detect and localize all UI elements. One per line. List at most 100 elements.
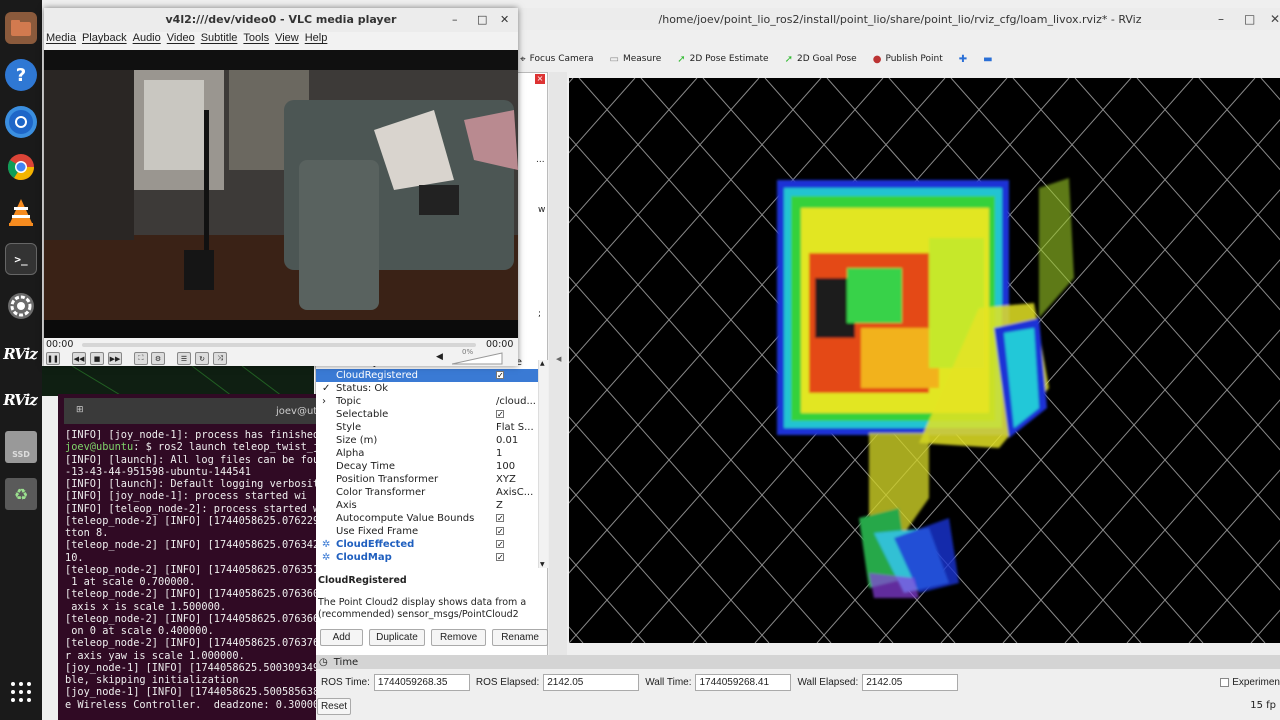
ros-time-field[interactable]: 1744059268.35: [373, 673, 470, 691]
menu-playback[interactable]: Playback: [80, 32, 131, 50]
reset-button[interactable]: Reset: [317, 698, 351, 715]
panel-close-icon[interactable]: ×: [535, 74, 545, 84]
wall-time-field[interactable]: 1744059268.41: [695, 673, 792, 691]
measure-button[interactable]: ▭ Measure: [610, 54, 662, 65]
menu-media[interactable]: Media: [44, 32, 80, 50]
property-value[interactable]: 1: [496, 447, 538, 460]
property-row[interactable]: Alpha 1: [316, 447, 538, 460]
menu-audio[interactable]: Audio: [131, 32, 165, 50]
property-checkbox[interactable]: ✓: [496, 540, 504, 549]
property-row[interactable]: ✓ Status: Ok: [316, 382, 538, 395]
3d-view[interactable]: [569, 78, 1280, 643]
panel-splitter[interactable]: ◀: [549, 72, 567, 656]
previous-icon[interactable]: ◀◀: [72, 352, 86, 365]
rename-button[interactable]: Rename: [492, 629, 548, 646]
help-icon[interactable]: ?: [5, 59, 37, 91]
recycle-icon[interactable]: ♻: [5, 478, 37, 510]
property-row[interactable]: Selectable ✓: [316, 408, 538, 421]
new-tab-icon[interactable]: ⊞: [76, 405, 84, 415]
property-checkbox[interactable]: ✓: [496, 514, 504, 523]
fullscreen-icon[interactable]: ⛶: [134, 352, 148, 365]
property-row[interactable]: Axis Z: [316, 499, 538, 512]
rviz-icon[interactable]: RViz: [2, 384, 38, 416]
property-row[interactable]: Position Transformer XYZ: [316, 473, 538, 486]
add-tool-button[interactable]: ✚: [959, 54, 967, 65]
focus-camera-button[interactable]: ⌖ Focus Camera: [520, 54, 594, 65]
settings-icon[interactable]: [5, 290, 37, 322]
stop-icon[interactable]: ■: [90, 352, 104, 365]
shuffle-icon[interactable]: ⤨: [213, 352, 227, 365]
app-grid-icon[interactable]: [5, 676, 37, 708]
duplicate-button[interactable]: Duplicate: [368, 629, 425, 646]
property-row[interactable]: ✲ CloudMap ✓: [316, 551, 538, 564]
goal-pose-button[interactable]: ➚ 2D Goal Pose: [785, 54, 857, 65]
terminal-icon[interactable]: >_: [5, 243, 37, 275]
menu-help[interactable]: Help: [303, 32, 332, 50]
volume-icon[interactable]: ◀: [436, 352, 443, 362]
property-value[interactable]: 0.01: [496, 434, 538, 447]
property-key: Status: Ok: [336, 383, 389, 394]
extended-settings-icon[interactable]: ⚙: [151, 352, 165, 365]
property-value[interactable]: 100: [496, 460, 538, 473]
publish-point-button[interactable]: ● Publish Point: [873, 54, 943, 65]
maximize-icon[interactable]: □: [1244, 12, 1255, 26]
property-value[interactable]: ✓: [496, 525, 538, 538]
playlist-icon[interactable]: ☰: [177, 352, 191, 365]
video-frame[interactable]: [44, 50, 518, 338]
minimize-icon[interactable]: –: [1218, 12, 1224, 26]
property-value[interactable]: /cloud...: [496, 395, 538, 408]
property-row[interactable]: Autocompute Value Bounds ✓: [316, 512, 538, 525]
chromium-icon[interactable]: [5, 106, 37, 138]
maximize-icon[interactable]: □: [477, 8, 487, 32]
property-row[interactable]: Use Fixed Frame ✓: [316, 525, 538, 538]
ros-elapsed-field[interactable]: 2142.05: [543, 673, 640, 691]
property-value[interactable]: ✓: [496, 538, 538, 551]
experimental-checkbox[interactable]: [1220, 677, 1230, 687]
property-checkbox[interactable]: ✓: [496, 527, 504, 536]
property-checkbox[interactable]: ✓: [496, 553, 504, 562]
loop-icon[interactable]: ↻: [195, 352, 209, 365]
vlc-icon[interactable]: [5, 196, 37, 228]
property-value[interactable]: Z: [496, 499, 538, 512]
chrome-icon[interactable]: [5, 151, 37, 183]
property-value[interactable]: ✓: [496, 512, 538, 525]
property-row[interactable]: Style Flat S...: [316, 421, 538, 434]
folder-icon[interactable]: [5, 12, 37, 44]
ssd-icon[interactable]: SSD: [5, 431, 37, 463]
property-key: Topic: [336, 396, 362, 407]
properties-scrollbar[interactable]: ▲ ▼: [538, 360, 548, 568]
property-row[interactable]: Size (m) 0.01: [316, 434, 538, 447]
property-row[interactable]: Decay Time 100: [316, 460, 538, 473]
property-checkbox[interactable]: ✓: [496, 410, 504, 419]
terminal-line: [INFO] [launch]: Default logging verbosi…: [65, 478, 316, 490]
menu-subtitle[interactable]: Subtitle: [199, 32, 242, 50]
pause-icon[interactable]: ❚❚: [46, 352, 60, 365]
property-value[interactable]: Flat S...: [496, 421, 538, 434]
minimize-icon[interactable]: –: [452, 8, 458, 32]
wall-elapsed-field[interactable]: 2142.05: [862, 673, 959, 691]
property-checkbox[interactable]: ✓: [496, 371, 504, 380]
menu-tools[interactable]: Tools: [241, 32, 273, 50]
menu-video[interactable]: Video: [165, 32, 199, 50]
property-value[interactable]: AxisC...: [496, 486, 538, 499]
volume-slider[interactable]: [452, 352, 504, 365]
remove-button[interactable]: Remove: [430, 629, 487, 646]
add-button[interactable]: Add: [320, 629, 363, 646]
seek-slider[interactable]: [82, 343, 476, 347]
menu-view[interactable]: View: [273, 32, 303, 50]
next-icon[interactable]: ▶▶: [108, 352, 122, 365]
property-value[interactable]: ✓: [496, 408, 538, 421]
property-value[interactable]: XYZ: [496, 473, 538, 486]
property-row[interactable]: Color Transformer AxisC...: [316, 486, 538, 499]
close-icon[interactable]: ✕: [1270, 12, 1280, 26]
property-row[interactable]: CloudRegistered ✓: [316, 369, 538, 382]
property-value[interactable]: ✓: [496, 369, 538, 382]
rviz-icon[interactable]: RViz: [2, 338, 38, 370]
pose-estimate-button[interactable]: ➚ 2D Pose Estimate: [677, 54, 768, 65]
close-icon[interactable]: ✕: [500, 8, 509, 32]
property-value[interactable]: ✓: [496, 551, 538, 564]
property-row[interactable]: › Topic/cloud...: [316, 395, 538, 408]
remove-tool-button[interactable]: ▬: [983, 54, 992, 65]
fps-readout: 15 fp: [1250, 700, 1276, 711]
property-row[interactable]: ✲ CloudEffected ✓: [316, 538, 538, 551]
